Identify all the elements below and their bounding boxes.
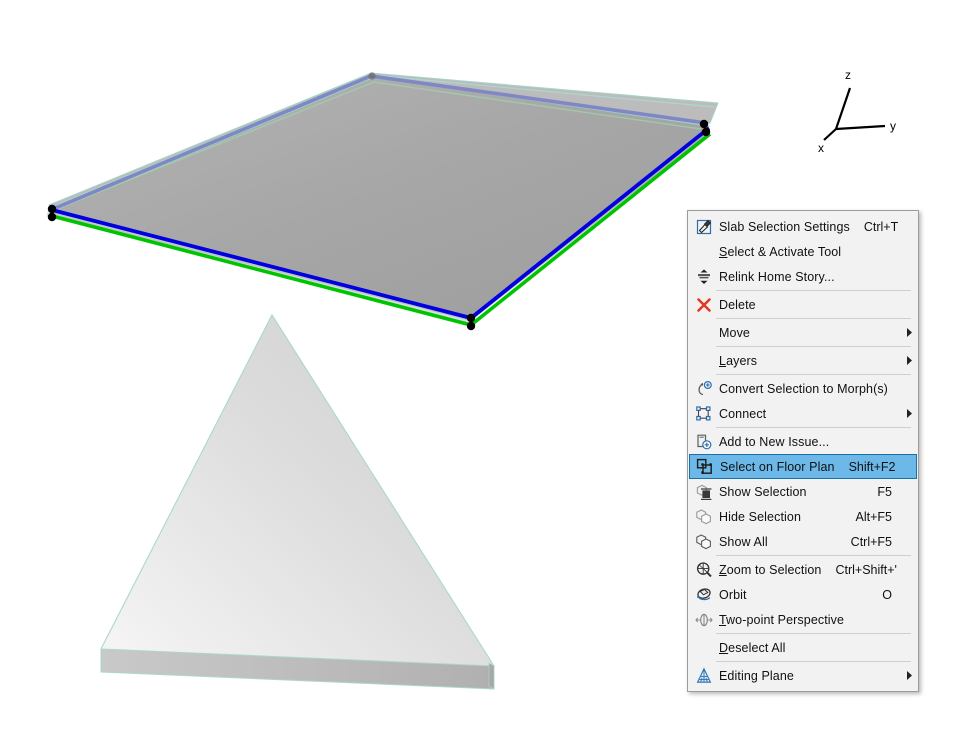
axis-x-line (823, 128, 837, 141)
menu-item-label: Select & Activate Tool (719, 244, 842, 259)
hotspot-node[interactable] (466, 313, 476, 323)
menu-item-select-activate-tool[interactable]: Select & Activate Tool (688, 239, 918, 264)
menu-item-label: Show Selection (719, 484, 807, 499)
menu-item-connect[interactable]: Connect (688, 401, 918, 426)
menu-item-label: Zoom to Selection (719, 562, 822, 577)
zoom-to-selection-icon (692, 560, 716, 580)
menu-item-label: Two-point Perspective (719, 612, 845, 627)
chevron-right-icon (900, 671, 912, 680)
menu-item-layers[interactable]: Layers (688, 348, 918, 373)
menu-separator (716, 346, 911, 347)
axis-label-x: x (818, 141, 824, 155)
show-selection-icon (692, 482, 716, 502)
menu-item-show-selection[interactable]: Show Selection F5 (688, 479, 918, 504)
connect-icon (692, 404, 716, 424)
menu-item-orbit[interactable]: Orbit O (688, 582, 918, 607)
no-icon-placeholder (692, 351, 716, 371)
slab-settings-icon (692, 217, 716, 237)
menu-separator (716, 661, 911, 662)
menu-item-zoom-to-selection[interactable]: Zoom to Selection Ctrl+Shift+' (688, 557, 918, 582)
lower-slab-edge-sliver (488, 662, 495, 690)
menu-item-label: Convert Selection to Morph(s) (719, 381, 888, 396)
menu-item-convert-selection-to-morphs[interactable]: Convert Selection to Morph(s) (688, 376, 918, 401)
menu-separator (716, 427, 911, 428)
hotspot-node[interactable] (701, 127, 711, 137)
upper-slab-top-face (51, 76, 711, 319)
menu-item-slab-selection-settings[interactable]: Slab Selection Settings Ctrl+T (688, 214, 918, 239)
chevron-right-icon (900, 409, 912, 418)
axis-y-line (835, 124, 886, 131)
menu-item-shortcut: Alt+F5 (855, 509, 892, 524)
editing-plane-icon (692, 666, 716, 686)
menu-item-label: Hide Selection (719, 509, 802, 524)
menu-item-label: Move (719, 325, 750, 340)
menu-item-delete[interactable]: Delete (688, 292, 918, 317)
menu-separator (716, 555, 911, 556)
menu-item-move[interactable]: Move (688, 320, 918, 345)
chevron-right-icon (900, 328, 912, 337)
menu-item-hide-selection[interactable]: Hide Selection Alt+F5 (688, 504, 918, 529)
menu-item-show-all[interactable]: Show All Ctrl+F5 (688, 529, 918, 554)
menu-item-shortcut: O (882, 587, 892, 602)
menu-item-shortcut: Shift+F2 (848, 459, 896, 474)
axis-label-z: z (845, 68, 851, 82)
select-on-floor-plan-icon (693, 457, 717, 477)
menu-item-label: Orbit (719, 587, 747, 602)
hotspot-node[interactable] (466, 321, 476, 331)
menu-item-deselect-all[interactable]: Deselect All (688, 635, 918, 660)
orbit-icon (692, 585, 716, 605)
menu-item-editing-plane[interactable]: Editing Plane (688, 663, 918, 688)
add-issue-icon (692, 432, 716, 452)
hotspot-node-hidden[interactable] (368, 72, 376, 80)
hotspot-node[interactable] (47, 204, 57, 214)
delete-x-icon (692, 295, 716, 315)
axis-z-line (834, 87, 852, 130)
menu-item-shortcut: Ctrl+Shift+' (835, 562, 897, 577)
lower-slab-top-face (100, 313, 495, 667)
no-icon-placeholder (692, 638, 716, 658)
menu-separator (716, 633, 911, 634)
axis-label-y: y (890, 119, 896, 133)
menu-item-label: Layers (719, 353, 758, 368)
menu-item-two-point-perspective[interactable]: Two-point Perspective (688, 607, 918, 632)
menu-separator (716, 318, 911, 319)
chevron-right-icon (900, 356, 912, 365)
menu-item-label: Deselect All (719, 640, 786, 655)
lower-slab[interactable] (100, 313, 495, 690)
menu-item-label: Select on Floor Plan (720, 459, 835, 474)
axis-tripod: z y x (818, 68, 896, 155)
menu-item-label: Slab Selection Settings (719, 219, 850, 234)
menu-separator (716, 290, 911, 291)
two-point-perspective-icon (692, 610, 716, 630)
slab-context-menu[interactable]: Slab Selection Settings Ctrl+T Select & Ac… (687, 210, 919, 692)
hide-selection-icon (692, 507, 716, 527)
menu-item-label: Relink Home Story... (719, 269, 835, 284)
hotspot-node[interactable] (47, 212, 57, 222)
show-all-icon (692, 532, 716, 552)
menu-separator (716, 374, 911, 375)
menu-item-label: Add to New Issue... (719, 434, 830, 449)
hotspot-node[interactable] (699, 119, 709, 129)
menu-item-shortcut: Ctrl+T (863, 219, 899, 234)
convert-to-morph-icon (692, 379, 716, 399)
relink-story-icon (692, 267, 716, 287)
upper-slab[interactable] (46, 72, 719, 331)
no-icon-placeholder (692, 323, 716, 343)
menu-item-select-on-floor-plan[interactable]: Select on Floor Plan Shift+F2 (689, 454, 917, 479)
menu-item-label: Connect (719, 406, 767, 421)
menu-item-label: Show All (719, 534, 768, 549)
menu-item-add-to-new-issue[interactable]: Add to New Issue... (688, 429, 918, 454)
menu-item-label: Editing Plane (719, 668, 794, 683)
menu-item-shortcut: F5 (877, 484, 892, 499)
menu-item-relink-home-story[interactable]: Relink Home Story... (688, 264, 918, 289)
no-icon-placeholder (692, 242, 716, 262)
menu-item-shortcut: Ctrl+F5 (850, 534, 892, 549)
menu-item-label: Delete (719, 297, 756, 312)
